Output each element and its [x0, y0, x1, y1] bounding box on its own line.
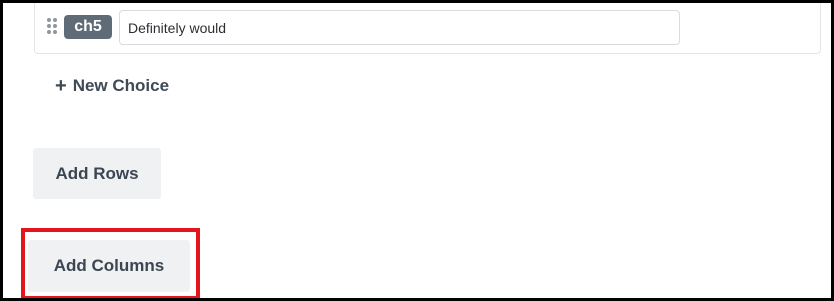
- drag-handle-icon[interactable]: [47, 18, 57, 34]
- new-choice-label: New Choice: [72, 76, 170, 95]
- choice-row: ch5: [34, 3, 821, 54]
- plus-icon: +: [55, 75, 67, 97]
- choice-text-input[interactable]: [119, 10, 680, 45]
- choice-tag: ch5: [64, 15, 112, 39]
- add-columns-button[interactable]: Add Columns: [28, 240, 190, 292]
- editor-panel: ch5 + New Choice Add Rows Add Columns: [0, 0, 834, 301]
- add-rows-button[interactable]: Add Rows: [33, 148, 161, 199]
- new-choice-button[interactable]: + New Choice: [55, 73, 169, 99]
